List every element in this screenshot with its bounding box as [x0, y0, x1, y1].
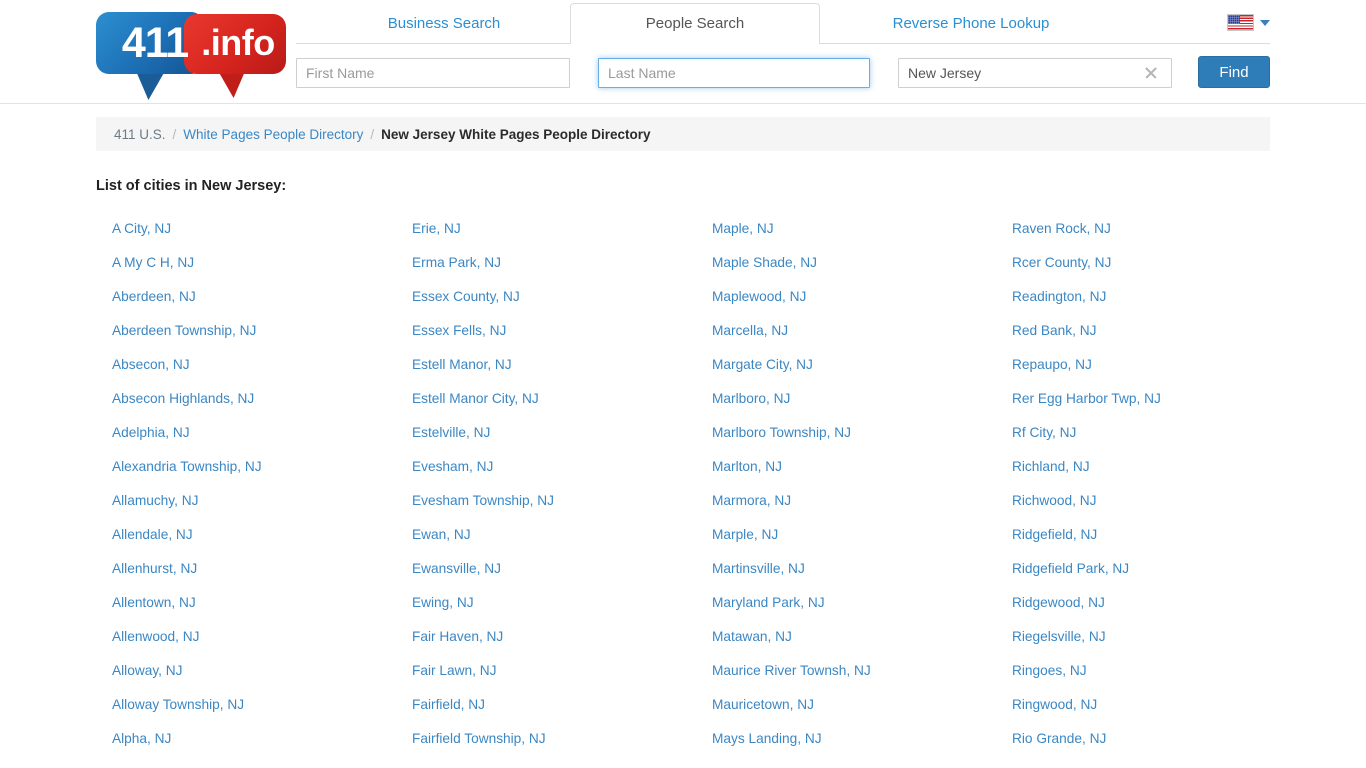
- city-link[interactable]: Rer Egg Harbor Twp, NJ: [996, 382, 1296, 416]
- city-link[interactable]: Alloway Township, NJ: [96, 688, 396, 722]
- city-link[interactable]: Raven Rock, NJ: [996, 212, 1296, 246]
- city-link[interactable]: Essex County, NJ: [396, 280, 696, 314]
- city-column: A City, NJ A My C H, NJ Aberdeen, NJ Aberde…: [96, 212, 396, 756]
- city-column: Raven Rock, NJ Rcer County, NJ Readington,…: [996, 212, 1296, 756]
- city-link[interactable]: Rf City, NJ: [996, 416, 1296, 450]
- city-link[interactable]: Absecon Highlands, NJ: [96, 382, 396, 416]
- city-link[interactable]: Ewing, NJ: [396, 586, 696, 620]
- breadcrumb-item-parent[interactable]: White Pages People Directory: [183, 127, 363, 142]
- city-link[interactable]: Marcella, NJ: [696, 314, 996, 348]
- city-link[interactable]: Ridgewood, NJ: [996, 586, 1296, 620]
- city-link[interactable]: Ewansville, NJ: [396, 552, 696, 586]
- site-header: 411 .info Business Search People Search …: [0, 0, 1366, 104]
- city-link[interactable]: Allamuchy, NJ: [96, 484, 396, 518]
- breadcrumb-separator: /: [370, 126, 375, 142]
- breadcrumb-separator: /: [172, 126, 177, 142]
- city-link[interactable]: Allendale, NJ: [96, 518, 396, 552]
- city-link[interactable]: A My C H, NJ: [96, 246, 396, 280]
- city-link[interactable]: Fair Lawn, NJ: [396, 654, 696, 688]
- city-link[interactable]: Essex Fells, NJ: [396, 314, 696, 348]
- us-flag-icon: [1227, 14, 1254, 31]
- first-name-input[interactable]: [296, 58, 570, 88]
- city-link[interactable]: Allenhurst, NJ: [96, 552, 396, 586]
- breadcrumb-item-current: New Jersey White Pages People Directory: [381, 126, 651, 142]
- location-input[interactable]: [898, 58, 1172, 88]
- city-link[interactable]: Repaupo, NJ: [996, 348, 1296, 382]
- city-link[interactable]: Richwood, NJ: [996, 484, 1296, 518]
- city-link[interactable]: Evesham Township, NJ: [396, 484, 696, 518]
- country-selector[interactable]: [1227, 14, 1270, 31]
- city-link[interactable]: Ridgefield, NJ: [996, 518, 1296, 552]
- city-link[interactable]: Fairfield Township, NJ: [396, 722, 696, 756]
- city-link[interactable]: Maurice River Townsh, NJ: [696, 654, 996, 688]
- city-link[interactable]: Fairfield, NJ: [396, 688, 696, 722]
- city-link[interactable]: Evesham, NJ: [396, 450, 696, 484]
- city-link[interactable]: A City, NJ: [96, 212, 396, 246]
- logo-blue-bubble-tail: [132, 70, 166, 100]
- city-link[interactable]: Aberdeen, NJ: [96, 280, 396, 314]
- tab-reverse-phone-lookup[interactable]: Reverse Phone Lookup: [826, 4, 1116, 45]
- city-list-grid: A City, NJ A My C H, NJ Aberdeen, NJ Aberde…: [96, 212, 1320, 756]
- city-link[interactable]: Aberdeen Township, NJ: [96, 314, 396, 348]
- close-icon[interactable]: [1141, 63, 1161, 83]
- city-link[interactable]: Alexandria Township, NJ: [96, 450, 396, 484]
- breadcrumb: 411 U.S. / White Pages People Directory …: [96, 117, 1270, 151]
- city-link[interactable]: Maryland Park, NJ: [696, 586, 996, 620]
- city-link[interactable]: Richland, NJ: [996, 450, 1296, 484]
- last-name-input[interactable]: [598, 58, 870, 88]
- city-link[interactable]: Marlton, NJ: [696, 450, 996, 484]
- city-link[interactable]: Alloway, NJ: [96, 654, 396, 688]
- city-link[interactable]: Matawan, NJ: [696, 620, 996, 654]
- city-link[interactable]: Allenwood, NJ: [96, 620, 396, 654]
- city-link[interactable]: Martinsville, NJ: [696, 552, 996, 586]
- city-link[interactable]: Ringwood, NJ: [996, 688, 1296, 722]
- city-link[interactable]: Maple Shade, NJ: [696, 246, 996, 280]
- city-link[interactable]: Marlboro Township, NJ: [696, 416, 996, 450]
- tab-business-search[interactable]: Business Search: [316, 4, 572, 45]
- city-link[interactable]: Ewan, NJ: [396, 518, 696, 552]
- city-link[interactable]: Margate City, NJ: [696, 348, 996, 382]
- city-link[interactable]: Fair Haven, NJ: [396, 620, 696, 654]
- flag-canton: [1228, 15, 1240, 24]
- tab-people-search[interactable]: People Search: [570, 3, 820, 44]
- logo-text-411: 411: [121, 19, 189, 67]
- chevron-down-icon: [1260, 19, 1270, 26]
- city-link[interactable]: Maple, NJ: [696, 212, 996, 246]
- city-link[interactable]: Ridgefield Park, NJ: [996, 552, 1296, 586]
- city-link[interactable]: Red Bank, NJ: [996, 314, 1296, 348]
- city-column: Erie, NJ Erma Park, NJ Essex County, NJ Ess…: [396, 212, 696, 756]
- site-logo[interactable]: 411 .info: [96, 12, 286, 100]
- city-link[interactable]: Mays Landing, NJ: [696, 722, 996, 756]
- city-link[interactable]: Riegelsville, NJ: [996, 620, 1296, 654]
- city-link[interactable]: Maplewood, NJ: [696, 280, 996, 314]
- city-link[interactable]: Rio Grande, NJ: [996, 722, 1296, 756]
- search-type-tabs: Business Search People Search Reverse Ph…: [296, 0, 1270, 44]
- city-link[interactable]: Readington, NJ: [996, 280, 1296, 314]
- city-link[interactable]: Estelville, NJ: [396, 416, 696, 450]
- city-link[interactable]: Rcer County, NJ: [996, 246, 1296, 280]
- city-link[interactable]: Ringoes, NJ: [996, 654, 1296, 688]
- city-link[interactable]: Marple, NJ: [696, 518, 996, 552]
- search-form: Find: [296, 56, 1270, 88]
- city-link[interactable]: Erie, NJ: [396, 212, 696, 246]
- city-link[interactable]: Marlboro, NJ: [696, 382, 996, 416]
- find-button[interactable]: Find: [1198, 56, 1270, 88]
- city-column: Maple, NJ Maple Shade, NJ Maplewood, NJ Mar…: [696, 212, 996, 756]
- city-link[interactable]: Erma Park, NJ: [396, 246, 696, 280]
- city-link[interactable]: Marmora, NJ: [696, 484, 996, 518]
- city-link[interactable]: Allentown, NJ: [96, 586, 396, 620]
- logo-text-info: .info: [201, 22, 275, 63]
- city-link[interactable]: Estell Manor City, NJ: [396, 382, 696, 416]
- city-link[interactable]: Estell Manor, NJ: [396, 348, 696, 382]
- city-link[interactable]: Mauricetown, NJ: [696, 688, 996, 722]
- breadcrumb-item-root[interactable]: 411 U.S.: [114, 127, 166, 142]
- city-link[interactable]: Adelphia, NJ: [96, 416, 396, 450]
- city-link[interactable]: Alpha, NJ: [96, 722, 396, 756]
- page-title: List of cities in New Jersey:: [96, 178, 287, 194]
- city-link[interactable]: Absecon, NJ: [96, 348, 396, 382]
